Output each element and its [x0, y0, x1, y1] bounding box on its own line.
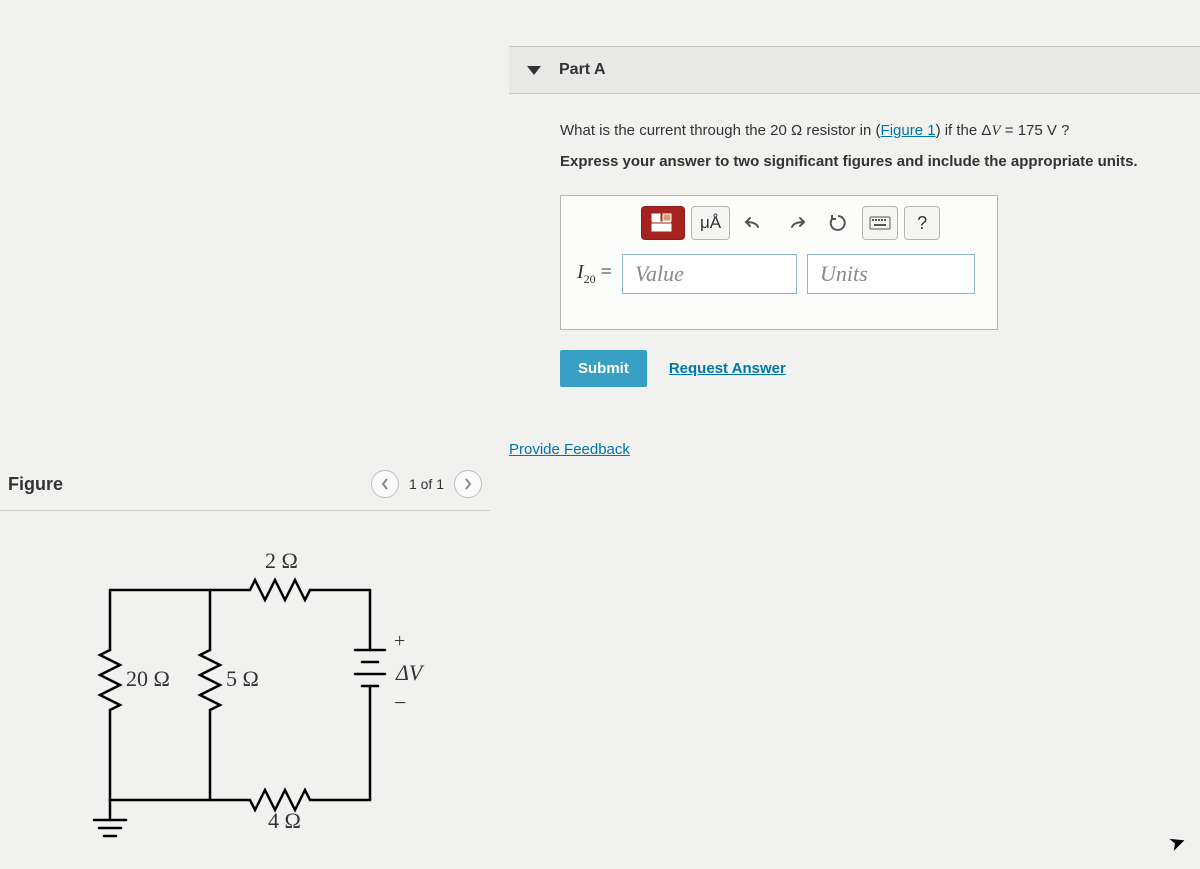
- provide-feedback-link[interactable]: Provide Feedback: [509, 441, 630, 458]
- redo-icon: [786, 215, 806, 231]
- figure-next-button[interactable]: [454, 470, 482, 498]
- keyboard-icon: [869, 216, 891, 230]
- submit-row: Submit Request Answer: [560, 350, 786, 387]
- undo-button[interactable]: [736, 206, 772, 240]
- answer-lhs: I20 =: [577, 261, 612, 287]
- collapse-icon: [527, 66, 541, 75]
- answer-box: μÅ ? I20 = Value Units: [560, 195, 998, 330]
- redo-button[interactable]: [778, 206, 814, 240]
- value-placeholder: Value: [635, 261, 684, 287]
- question-prefix: What is the current through the 20 Ω res…: [560, 122, 881, 139]
- label-r-top: 2 Ω: [265, 548, 298, 574]
- figure-nav: 1 of 1: [371, 470, 482, 498]
- lhs-eq: =: [596, 261, 612, 283]
- figure-counter: 1 of 1: [403, 476, 450, 492]
- label-plus: +: [394, 630, 405, 653]
- undo-icon: [744, 215, 764, 231]
- label-r-left: 20 Ω: [126, 666, 170, 692]
- cursor-icon: ➤: [1165, 828, 1189, 857]
- part-header[interactable]: Part A: [509, 46, 1200, 94]
- part-title: Part A: [559, 61, 606, 79]
- label-minus: −: [394, 690, 406, 716]
- question-var: V: [991, 123, 1000, 139]
- reset-button[interactable]: [820, 206, 856, 240]
- chevron-left-icon: [381, 478, 389, 490]
- circuit-svg: [100, 550, 400, 850]
- chevron-right-icon: [464, 478, 472, 490]
- units-placeholder: Units: [820, 261, 868, 287]
- request-answer-link[interactable]: Request Answer: [669, 360, 786, 377]
- keyboard-button[interactable]: [862, 206, 898, 240]
- question-suffix: = 175 V ?: [1001, 122, 1070, 139]
- label-r-mid: 5 Ω: [226, 666, 259, 692]
- figure-header: Figure 1 of 1: [0, 470, 490, 511]
- submit-button[interactable]: Submit: [560, 350, 647, 387]
- answer-input-row: I20 = Value Units: [561, 248, 997, 304]
- figure-title: Figure: [8, 474, 63, 495]
- templates-icon: [650, 212, 676, 234]
- figure-prev-button[interactable]: [371, 470, 399, 498]
- figure-link[interactable]: Figure 1: [881, 122, 936, 139]
- answer-toolbar: μÅ ?: [561, 196, 997, 248]
- templates-button[interactable]: [641, 206, 685, 240]
- reset-icon: [829, 214, 847, 232]
- units-input[interactable]: Units: [807, 254, 975, 294]
- units-mode-button[interactable]: μÅ: [691, 206, 730, 240]
- lhs-var: I: [577, 261, 584, 283]
- value-input[interactable]: Value: [622, 254, 797, 294]
- help-button[interactable]: ?: [904, 206, 940, 240]
- lhs-sub: 20: [584, 272, 596, 286]
- question-instruction: Express your answer to two significant f…: [560, 151, 1200, 174]
- question-text: What is the current through the 20 Ω res…: [560, 120, 1200, 173]
- label-dv: ΔV: [396, 660, 422, 686]
- circuit-diagram: 2 Ω 20 Ω 5 Ω 4 Ω + − ΔV: [100, 550, 430, 850]
- question-mid: ) if the Δ: [936, 122, 992, 139]
- label-r-bottom: 4 Ω: [268, 808, 301, 834]
